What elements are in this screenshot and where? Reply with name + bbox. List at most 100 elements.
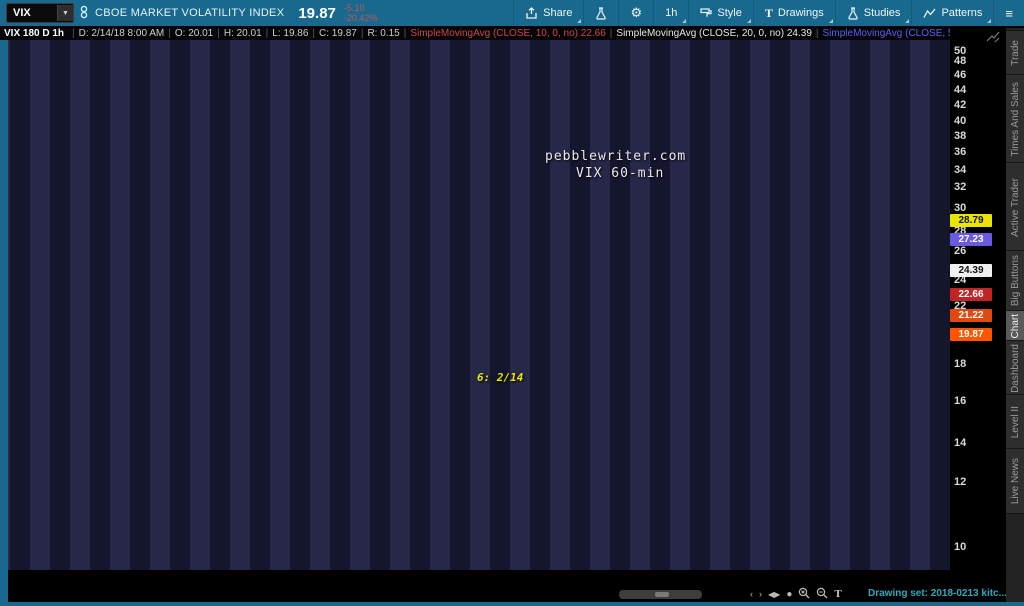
separator: | <box>312 28 315 39</box>
symbol-select[interactable]: VIX ▼ <box>6 3 74 23</box>
watermark-line2: VIX 60-min <box>576 166 664 181</box>
price-badge: 24.39 <box>950 264 992 277</box>
side-tab-label: Active Trader <box>1010 178 1021 237</box>
price-tick: 10 <box>954 541 966 553</box>
side-tab-level-ii[interactable]: Level II <box>1006 394 1024 450</box>
symbol-value: VIX <box>7 7 57 19</box>
flask-icon <box>595 7 607 20</box>
event-label: 6: 2/14 <box>477 371 523 384</box>
price-tick: 38 <box>954 130 966 142</box>
patterns-label: Patterns <box>941 7 982 19</box>
ohlc-field: H: 20.01 <box>224 28 262 39</box>
drawings-button[interactable]: T Drawings <box>753 0 835 26</box>
separator: | <box>266 28 269 39</box>
last-price: 19.87 <box>298 5 336 22</box>
price-tick: 32 <box>954 181 966 193</box>
drawing-set-label[interactable]: Drawing set: 2018-0213 kitc... <box>868 588 1007 599</box>
zoom-reset-icon[interactable] <box>798 587 810 601</box>
side-tab-big-buttons[interactable]: Big Buttons <box>1006 250 1024 312</box>
scrollbar-handle[interactable] <box>655 592 669 597</box>
gear-icon: ⚙ <box>630 5 642 21</box>
menu-button[interactable]: ≡ <box>993 0 1024 26</box>
change-abs: -5.10 <box>344 3 378 13</box>
price-change: -5.10 -20.42% <box>344 3 378 23</box>
bottom-bar: ‹ ‹ › ◀▶ ● T Drawing set: 2018-0213 kitc… <box>0 586 1006 602</box>
onDemand-button[interactable] <box>583 0 618 26</box>
price-badge: 27.23 <box>950 233 992 246</box>
chart-header: VIX 180 D 1h |D: 2/14/18 8:00 AM|O: 20.0… <box>0 26 950 40</box>
side-tab-trade[interactable]: Trade <box>1006 30 1024 76</box>
separator: | <box>361 28 364 39</box>
share-label: Share <box>543 7 572 19</box>
toolbar-buttons: Share ⚙ 1h Style T Drawings Studies <box>513 0 1024 26</box>
price-tick: 48 <box>954 55 966 67</box>
studies-flask-icon <box>847 7 859 20</box>
price-tick: 46 <box>954 69 966 81</box>
studies-button[interactable]: Studies <box>835 0 912 26</box>
settings-button[interactable]: ⚙ <box>618 0 653 26</box>
pan-icon[interactable]: ◀▶ <box>768 590 780 599</box>
link-icon[interactable] <box>79 5 89 22</box>
drawings-label: Drawings <box>778 7 824 19</box>
step-right-icon[interactable]: › <box>759 589 762 599</box>
study-readout[interactable]: SimpleMovingAvg (CLOSE, 50, 0, no) ... <box>823 28 951 39</box>
horizontal-scrollbar[interactable] <box>619 590 702 599</box>
side-tab-times-and-sales[interactable]: Times And Sales <box>1006 74 1024 164</box>
style-icon <box>700 7 712 19</box>
price-badge: 28.79 <box>950 214 992 227</box>
drawings-icon: T <box>765 6 773 21</box>
price-badge: 21.22 <box>950 309 992 322</box>
style-label: Style <box>717 7 741 19</box>
timeframe-label: 1h <box>665 7 677 19</box>
price-axis[interactable]: 5048464442403836343230282624221816141210… <box>950 28 1006 570</box>
chart-title: VIX 180 D 1h <box>4 28 64 39</box>
chart-plot-area[interactable] <box>8 40 950 570</box>
share-button[interactable]: Share <box>513 0 583 26</box>
time-axis[interactable] <box>0 570 1006 586</box>
style-button[interactable]: Style <box>688 0 752 26</box>
app-window: VIX ▼ CBOE MARKET VOLATILITY INDEX 19.87… <box>0 0 1024 606</box>
globe-icon[interactable]: ● <box>786 589 792 600</box>
patterns-icon <box>923 8 936 19</box>
price-tick: 14 <box>954 437 966 449</box>
chevron-down-icon[interactable]: ▼ <box>57 5 73 21</box>
price-badge: 22.66 <box>950 288 992 301</box>
axis-settings-icon[interactable] <box>986 30 1000 48</box>
separator: | <box>404 28 407 39</box>
ohlc-field: O: 20.01 <box>175 28 213 39</box>
top-toolbar: VIX ▼ CBOE MARKET VOLATILITY INDEX 19.87… <box>0 0 1024 26</box>
price-badge: 19.87 <box>950 328 992 341</box>
price-tick: 12 <box>954 476 966 488</box>
patterns-button[interactable]: Patterns <box>911 0 993 26</box>
side-tab-dashboard[interactable]: Dashboard <box>1006 340 1024 396</box>
separator: | <box>816 28 819 39</box>
side-tab-chart[interactable]: Chart <box>1006 310 1024 342</box>
step-left-icon[interactable]: ‹ <box>750 589 753 599</box>
price-tick: 30 <box>954 202 966 214</box>
timeframe-button[interactable]: 1h <box>653 0 688 26</box>
price-tick: 34 <box>954 164 966 176</box>
left-frame <box>0 26 8 602</box>
side-tab-label: Big Buttons <box>1010 255 1021 306</box>
price-tick: 36 <box>954 146 966 158</box>
price-tick: 16 <box>954 395 966 407</box>
price-tick: 18 <box>954 358 966 370</box>
text-tool-icon[interactable]: T <box>834 588 841 600</box>
separator: | <box>610 28 613 39</box>
change-pct: -20.42% <box>344 13 378 23</box>
side-tab-strip: Trade Times And Sales Active Trader Big But… <box>1006 28 1024 606</box>
price-tick: 26 <box>954 245 966 257</box>
watermark-line1: pebblewriter.com <box>545 149 686 164</box>
ohlc-field: L: 19.86 <box>272 28 308 39</box>
chart-nav-tools: ‹ › ◀▶ ● T <box>750 586 842 602</box>
side-tab-label: Trade <box>1010 40 1021 66</box>
ohlc-fields: |D: 2/14/18 8:00 AM|O: 20.01|H: 20.01|L:… <box>68 28 400 39</box>
share-icon <box>525 7 538 19</box>
separator: | <box>72 28 75 39</box>
side-tab-active-trader[interactable]: Active Trader <box>1006 162 1024 252</box>
side-tab-live-news[interactable]: Live News <box>1006 448 1024 514</box>
study-readout[interactable]: SimpleMovingAvg (CLOSE, 20, 0, no) 24.39 <box>616 28 811 39</box>
study-readout[interactable]: SimpleMovingAvg (CLOSE, 10, 0, no) 22.66 <box>410 28 605 39</box>
price-tick: 42 <box>954 99 966 111</box>
zoom-out-icon[interactable] <box>816 587 828 601</box>
